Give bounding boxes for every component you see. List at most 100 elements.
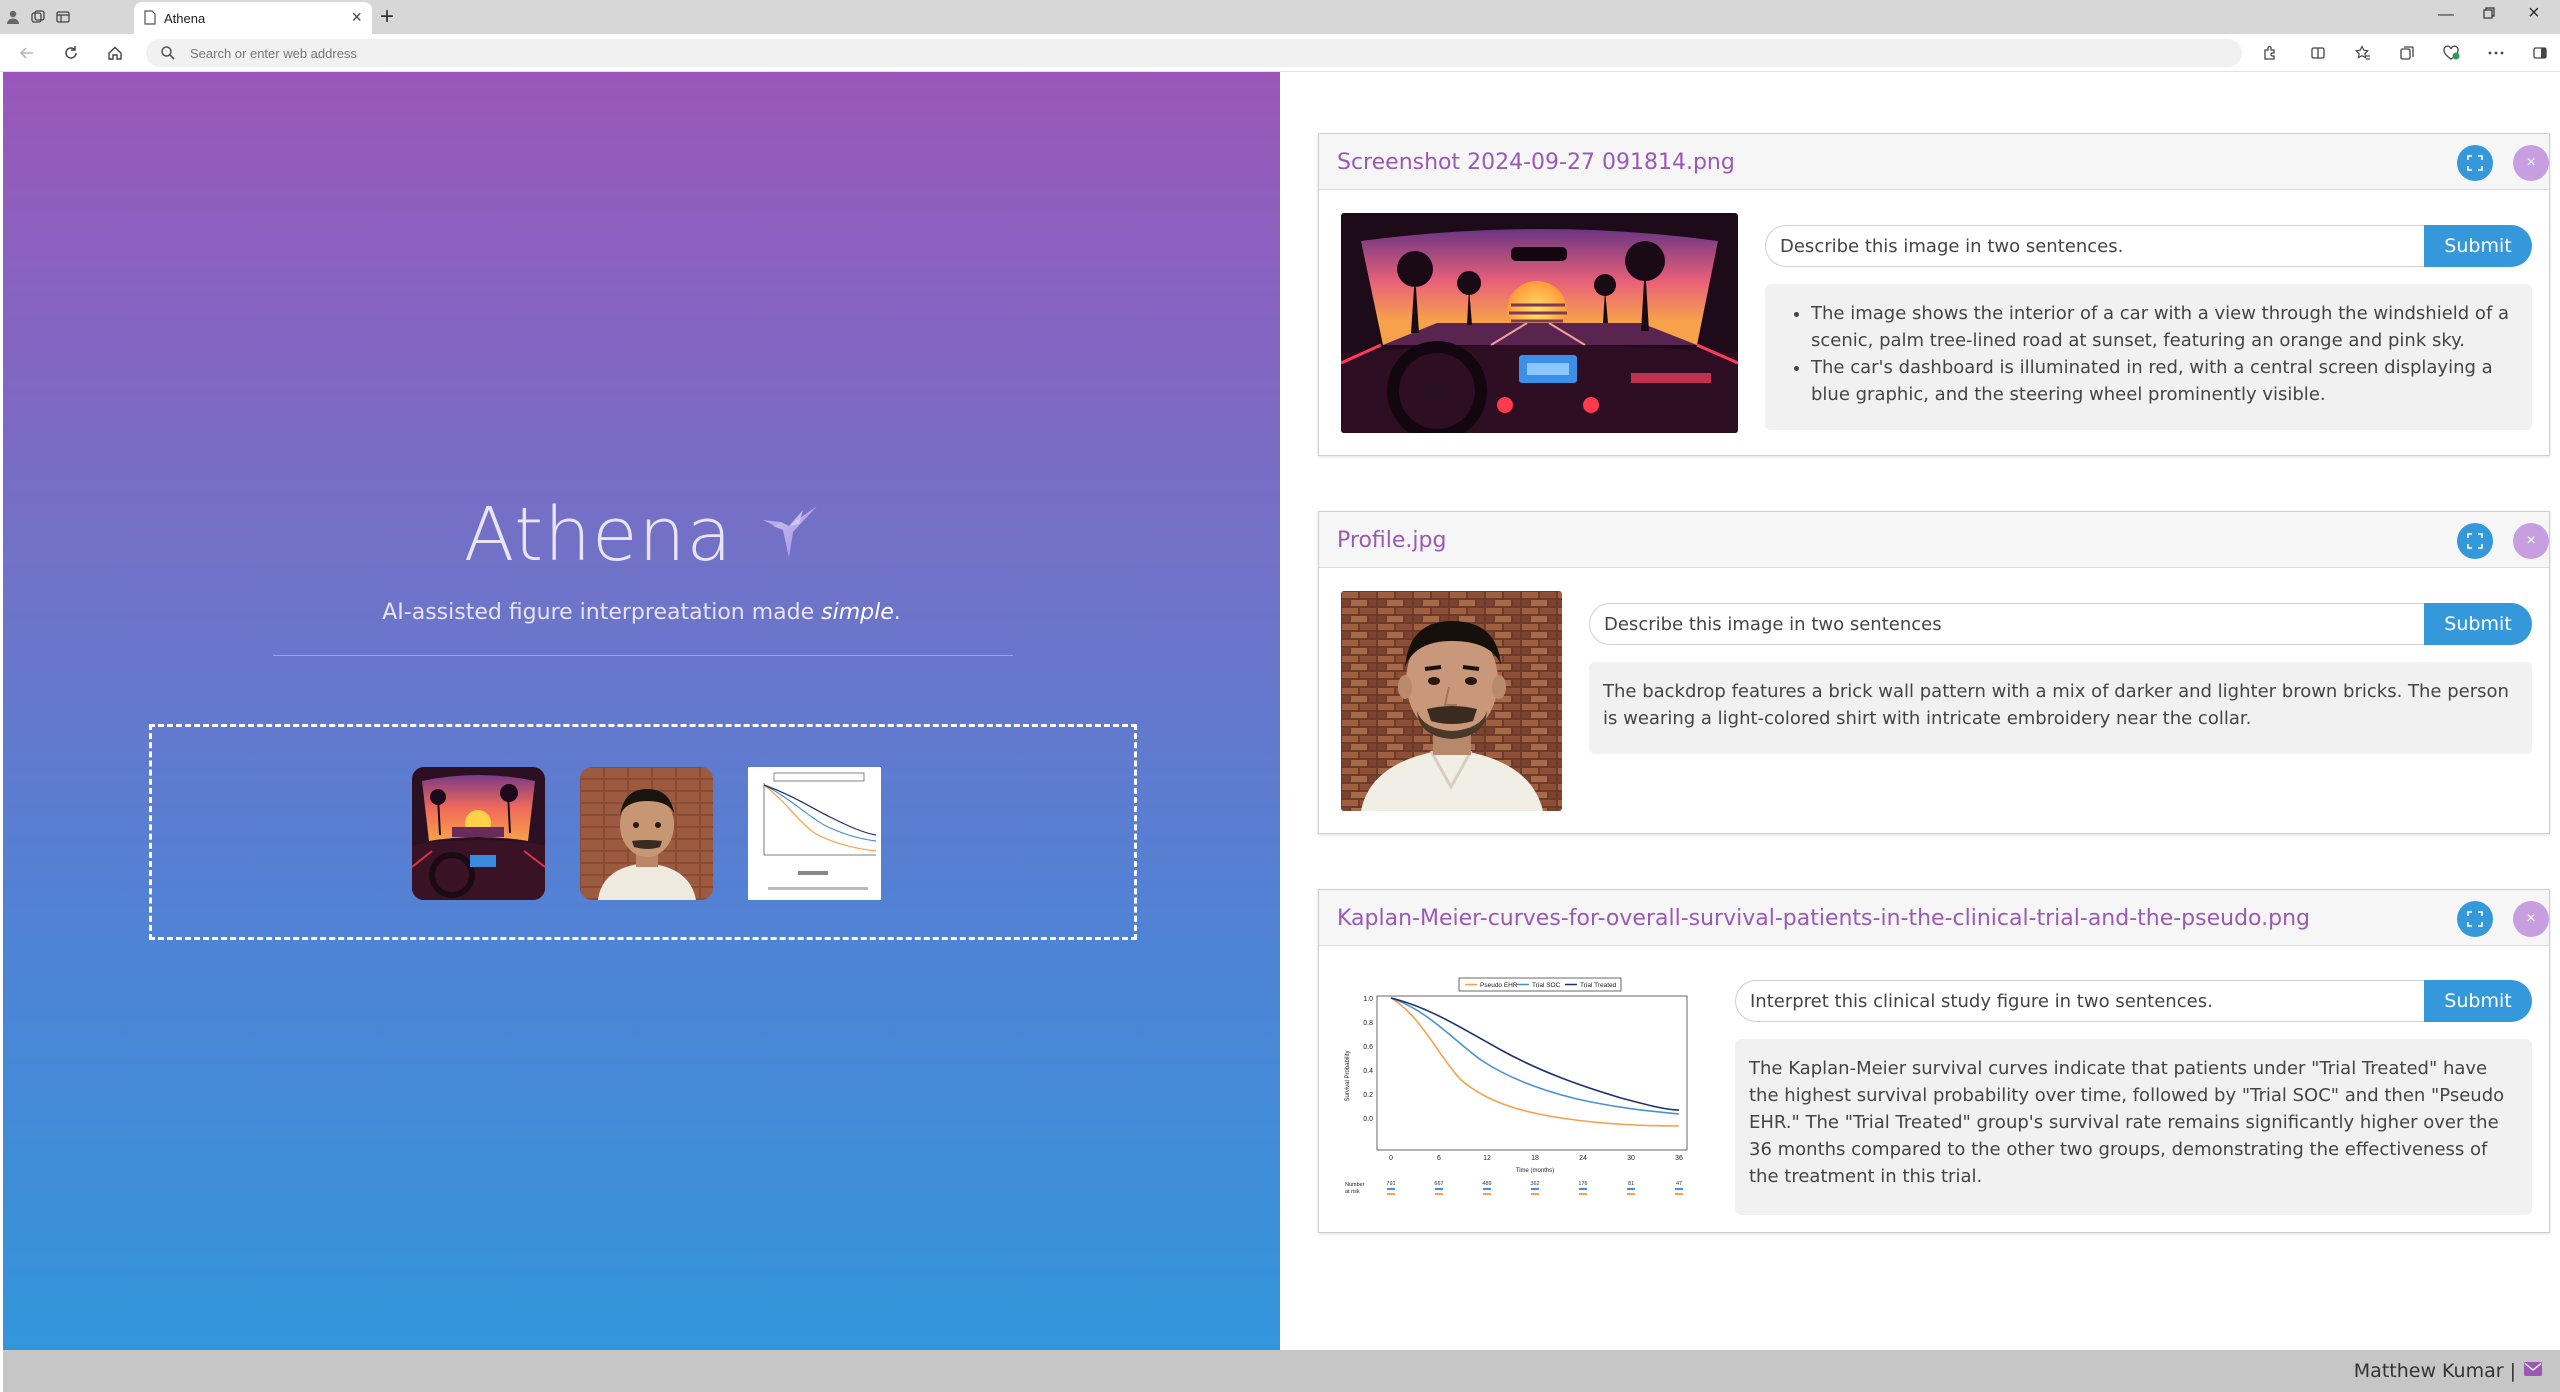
footer: Matthew Kumar | — [3, 1350, 2560, 1392]
legend-label: Pseudo EHR — [1480, 982, 1518, 989]
address-bar[interactable] — [146, 39, 2242, 67]
expand-button[interactable] — [2457, 145, 2493, 181]
curve-pseudo-ehr — [1390, 997, 1680, 1127]
curve-trial-treated — [1390, 997, 1680, 1111]
risk-count: 362 — [1530, 1181, 1539, 1187]
y-tick: 0.8 — [1363, 1020, 1373, 1027]
split-screen-icon[interactable] — [2308, 43, 2328, 63]
thumbnail-profile[interactable] — [580, 767, 713, 900]
favorites-icon[interactable] — [2353, 43, 2373, 63]
card-image-profile — [1341, 591, 1562, 811]
upload-panel: Athena AI-assisted figure interpreatatio… — [3, 72, 1280, 1350]
card-image-km-plot: Pseudo EHR Trial SOC Trial Treated 1.0 0… — [1341, 976, 1701, 1214]
collections-icon[interactable] — [2397, 43, 2417, 63]
browser-toolbar — [0, 34, 2560, 72]
restore-icon[interactable] — [2483, 6, 2495, 24]
risk-count: 489 — [1482, 1181, 1491, 1187]
thumbnail-car-sunset[interactable] — [412, 767, 545, 900]
hummingbird-icon — [759, 502, 819, 569]
prompt-input[interactable] — [1589, 603, 2424, 645]
submit-button[interactable]: Submit — [2424, 225, 2532, 267]
expand-icon — [2467, 533, 2483, 549]
card-header: Kaplan-Meier-curves-for-overall-survival… — [1319, 890, 2549, 946]
extensions-icon[interactable] — [2260, 43, 2280, 63]
brand: Athena — [3, 492, 1280, 578]
image-dropzone[interactable] — [149, 724, 1137, 940]
home-icon[interactable] — [104, 42, 126, 64]
x-axis-label: Time (months) — [1516, 1168, 1554, 1174]
workspaces-icon[interactable] — [27, 6, 49, 28]
y-tick: 0.6 — [1363, 1044, 1373, 1051]
search-icon — [160, 45, 176, 66]
answer-box: The Kaplan-Meier survival curves indicat… — [1735, 1039, 2532, 1215]
back-icon[interactable] — [16, 42, 38, 64]
y-axis-label: Survival Probability — [1345, 1050, 1351, 1101]
refresh-icon[interactable] — [60, 42, 82, 64]
card-image-car — [1341, 213, 1738, 433]
x-tick: 12 — [1483, 1155, 1491, 1162]
card-header: Screenshot 2024-09-27 091814.png × — [1319, 134, 2549, 190]
footer-user: Matthew Kumar | — [2353, 1360, 2516, 1382]
curve-trial-soc — [1390, 997, 1680, 1115]
answer-bullet: The image shows the interior of a car wi… — [1811, 300, 2518, 354]
close-icon: × — [2526, 910, 2536, 927]
browser-essentials-icon[interactable] — [2441, 43, 2461, 63]
answer-text: The backdrop features a brick wall patte… — [1603, 681, 2509, 729]
close-icon: × — [2526, 532, 2536, 549]
y-tick: 0.2 — [1363, 1092, 1373, 1099]
card-header: Profile.jpg × — [1319, 512, 2549, 568]
app-title: Athena — [463, 492, 733, 578]
risk-count: 81 — [1628, 1181, 1634, 1187]
expand-button[interactable] — [2457, 523, 2493, 559]
expand-icon — [2467, 911, 2483, 927]
risk-count: 176 — [1578, 1181, 1587, 1187]
tagline: AI-assisted figure interpreatation made … — [382, 600, 901, 625]
tab-actions-icon[interactable] — [52, 6, 74, 28]
more-icon[interactable] — [2486, 43, 2506, 63]
browser-tab[interactable]: Athena × — [134, 2, 372, 34]
risk-count: 47 — [1676, 1181, 1682, 1187]
prompt-input[interactable] — [1735, 980, 2424, 1022]
risk-count: 667 — [1434, 1181, 1443, 1187]
expand-button[interactable] — [2457, 901, 2493, 937]
expand-icon — [2467, 155, 2483, 171]
submit-button[interactable]: Submit — [2424, 980, 2532, 1022]
prompt-input[interactable] — [1765, 225, 2424, 267]
close-tab-icon[interactable]: × — [351, 7, 362, 28]
legend-label: Trial Treated — [1580, 982, 1617, 989]
result-card-screenshot: Screenshot 2024-09-27 091814.png × Descr… — [1318, 133, 2550, 456]
y-tick: 1.0 — [1363, 996, 1373, 1003]
risk-count: 791 — [1386, 1181, 1395, 1187]
answer-text: The Kaplan-Meier survival curves indicat… — [1749, 1058, 2505, 1187]
divider — [273, 655, 1013, 656]
result-card-profile: Profile.jpg × Describe this image in two… — [1318, 511, 2550, 834]
y-tick: 0.0 — [1363, 1116, 1373, 1123]
x-tick: 30 — [1627, 1155, 1635, 1162]
result-card-km-plot: Kaplan-Meier-curves-for-overall-survival… — [1318, 889, 2550, 1233]
close-button[interactable]: × — [2513, 901, 2549, 937]
browser-tab-bar: Athena × + — × — [0, 0, 2560, 34]
close-button[interactable]: × — [2513, 523, 2549, 559]
submit-button[interactable]: Submit — [2424, 603, 2532, 645]
answer-box: The backdrop features a brick wall patte… — [1589, 662, 2532, 754]
address-input[interactable] — [190, 43, 1890, 63]
tab-title: Athena — [164, 11, 206, 26]
card-title: Profile.jpg — [1337, 528, 1447, 553]
envelope-icon[interactable] — [2524, 1362, 2542, 1381]
card-title: Screenshot 2024-09-27 091814.png — [1337, 150, 1735, 175]
legend-label: Trial SOC — [1532, 982, 1561, 989]
window-close-icon[interactable]: × — [2528, 2, 2540, 25]
close-button[interactable]: × — [2513, 145, 2549, 181]
sidebar-icon[interactable] — [2530, 43, 2550, 63]
page-icon — [144, 10, 156, 30]
thumbnail-km-plot[interactable] — [748, 767, 881, 900]
x-tick: 24 — [1579, 1155, 1587, 1162]
new-tab-icon[interactable]: + — [380, 3, 394, 31]
answer-box: The image shows the interior of a car wi… — [1765, 284, 2532, 430]
answer-bullet: The car's dashboard is illuminated in re… — [1811, 354, 2518, 408]
x-tick: 6 — [1437, 1155, 1441, 1162]
x-tick: 36 — [1675, 1155, 1683, 1162]
minimize-icon[interactable]: — — [2438, 6, 2454, 24]
profile-icon[interactable] — [2, 6, 24, 28]
x-tick: 0 — [1389, 1155, 1393, 1162]
